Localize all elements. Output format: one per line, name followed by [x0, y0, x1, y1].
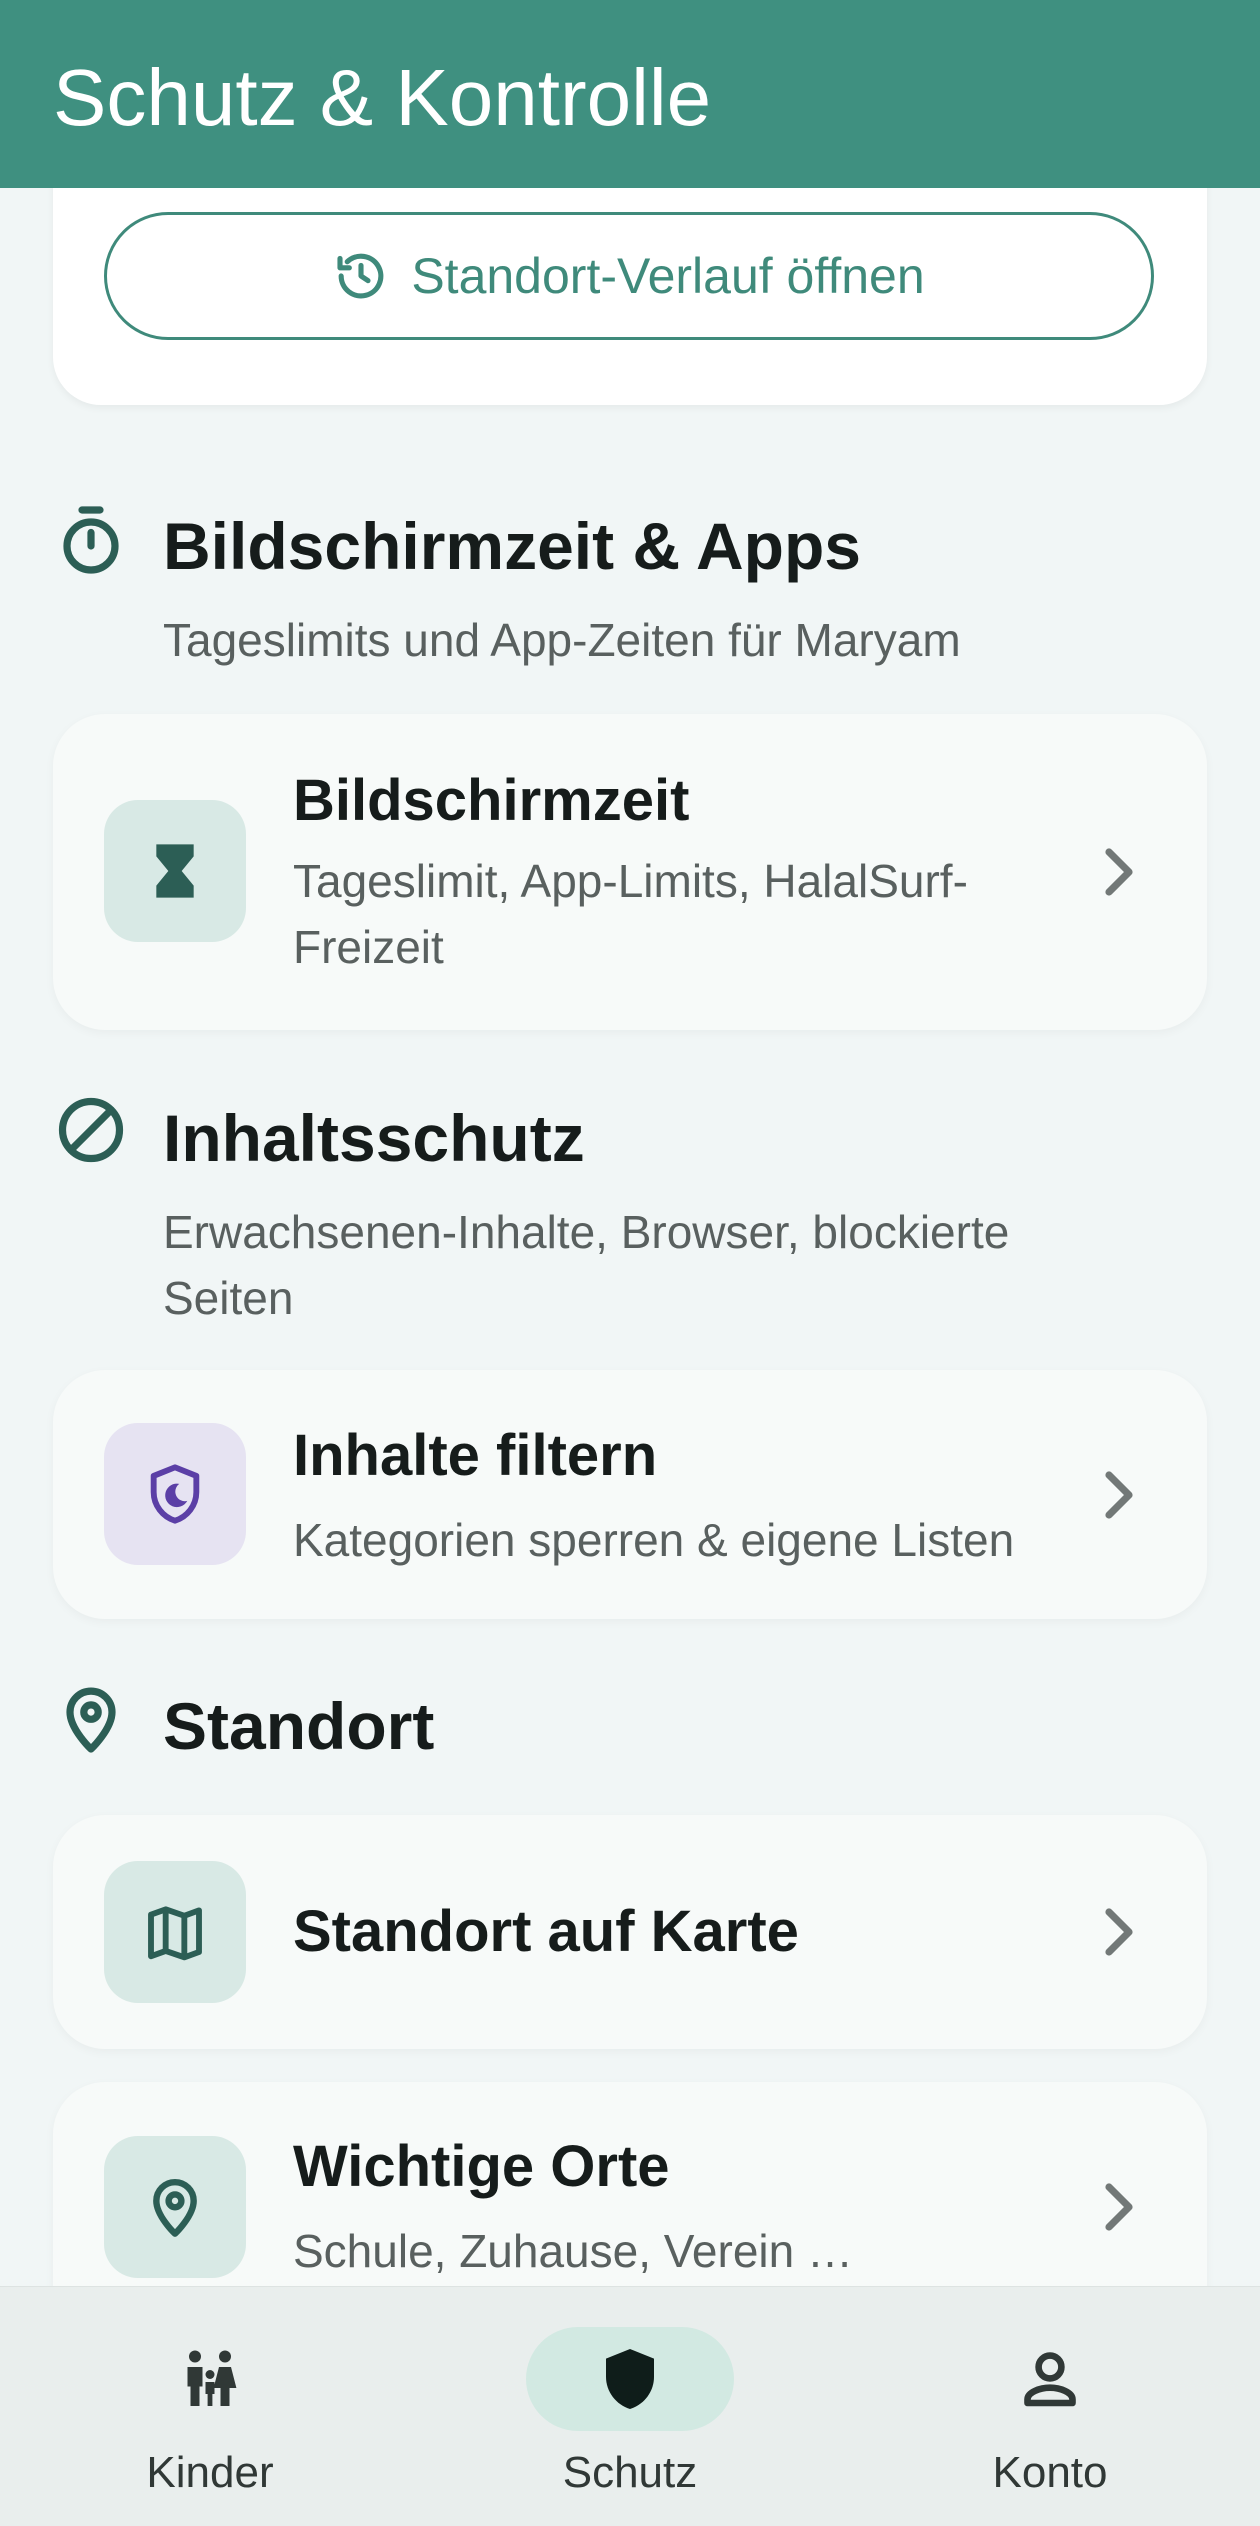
- screen-time-tile: [104, 800, 246, 942]
- nav-pill-schutz: [526, 2327, 734, 2431]
- section-title-content: Inhaltsschutz: [163, 1101, 585, 1175]
- content-filter-card-title: Inhalte filtern: [293, 1423, 658, 1488]
- section-title-screen-time: Bildschirmzeit & Apps: [163, 509, 861, 583]
- chevron-right-icon: [1105, 1471, 1133, 1519]
- screen-time-card-subtitle: Tageslimit, App-Limits, HalalSurf-Freize…: [293, 855, 968, 973]
- important-places-card[interactable]: Wichtige Orte Schule, Zuhause, Verein …: [53, 2082, 1207, 2286]
- chevron-right-icon: [1105, 1908, 1133, 1956]
- shield-moon-icon: [150, 1464, 200, 1524]
- important-places-tile: [104, 2136, 246, 2278]
- shield-icon: [606, 2349, 654, 2409]
- chevron-right-icon: [1105, 2183, 1133, 2231]
- section-title-location: Standort: [163, 1689, 435, 1763]
- block-icon: [58, 1097, 124, 1163]
- app-bar: Schutz & Kontrolle: [0, 0, 1260, 188]
- map-icon: [148, 1906, 202, 1961]
- stopwatch-icon: [63, 506, 119, 574]
- section-subtitle-screen-time: Tageslimits und App-Zeiten für Maryam: [163, 614, 961, 666]
- location-pin-icon: [66, 1687, 116, 1753]
- content-filter-card[interactable]: Inhalte filtern Kategorien sperren & eig…: [53, 1370, 1207, 1619]
- nav-label-kinder: Kinder: [146, 2448, 274, 2497]
- page-title: Schutz & Kontrolle: [53, 53, 712, 142]
- location-history-button[interactable]: Standort-Verlauf öffnen: [104, 212, 1154, 340]
- family-icon: [187, 2350, 237, 2406]
- content-filter-card-subtitle: Kategorien sperren & eigene Listen: [293, 1514, 1015, 1566]
- location-pin-icon: [153, 2179, 197, 2237]
- important-places-card-subtitle: Schule, Zuhause, Verein …: [293, 2225, 853, 2277]
- person-icon: [1024, 2352, 1076, 2407]
- screen-time-card-title: Bildschirmzeit: [293, 768, 690, 833]
- content-filter-tile: [104, 1423, 246, 1565]
- nav-item-konto[interactable]: Konto: [840, 2287, 1260, 2526]
- nav-pill-konto: [946, 2327, 1154, 2431]
- location-map-card[interactable]: Standort auf Karte: [53, 1815, 1207, 2049]
- nav-label-konto: Konto: [992, 2448, 1108, 2497]
- section-subtitle-content: Erwachsenen-Inhalte, Browser, blockierte…: [163, 1206, 1010, 1324]
- location-map-card-title: Standort auf Karte: [293, 1899, 799, 1964]
- history-icon: [337, 253, 384, 299]
- screen-time-card[interactable]: Bildschirmzeit Tageslimit, App-Limits, H…: [53, 714, 1207, 1030]
- bottom-navigation: Kinder Schutz Konto: [0, 2286, 1260, 2526]
- scroll-content: Standort-Verlauf öffnen Bildschirmzeit &…: [0, 0, 1260, 2286]
- important-places-card-title: Wichtige Orte: [293, 2134, 670, 2199]
- hourglass-icon: [156, 844, 194, 898]
- nav-item-schutz[interactable]: Schutz: [420, 2287, 840, 2526]
- nav-item-kinder[interactable]: Kinder: [0, 2287, 420, 2526]
- nav-pill-kinder: [106, 2327, 314, 2431]
- nav-label-schutz: Schutz: [562, 2448, 698, 2497]
- chevron-right-icon: [1105, 848, 1133, 896]
- location-map-tile: [104, 1861, 246, 2003]
- location-history-label: Standort-Verlauf öffnen: [411, 248, 925, 304]
